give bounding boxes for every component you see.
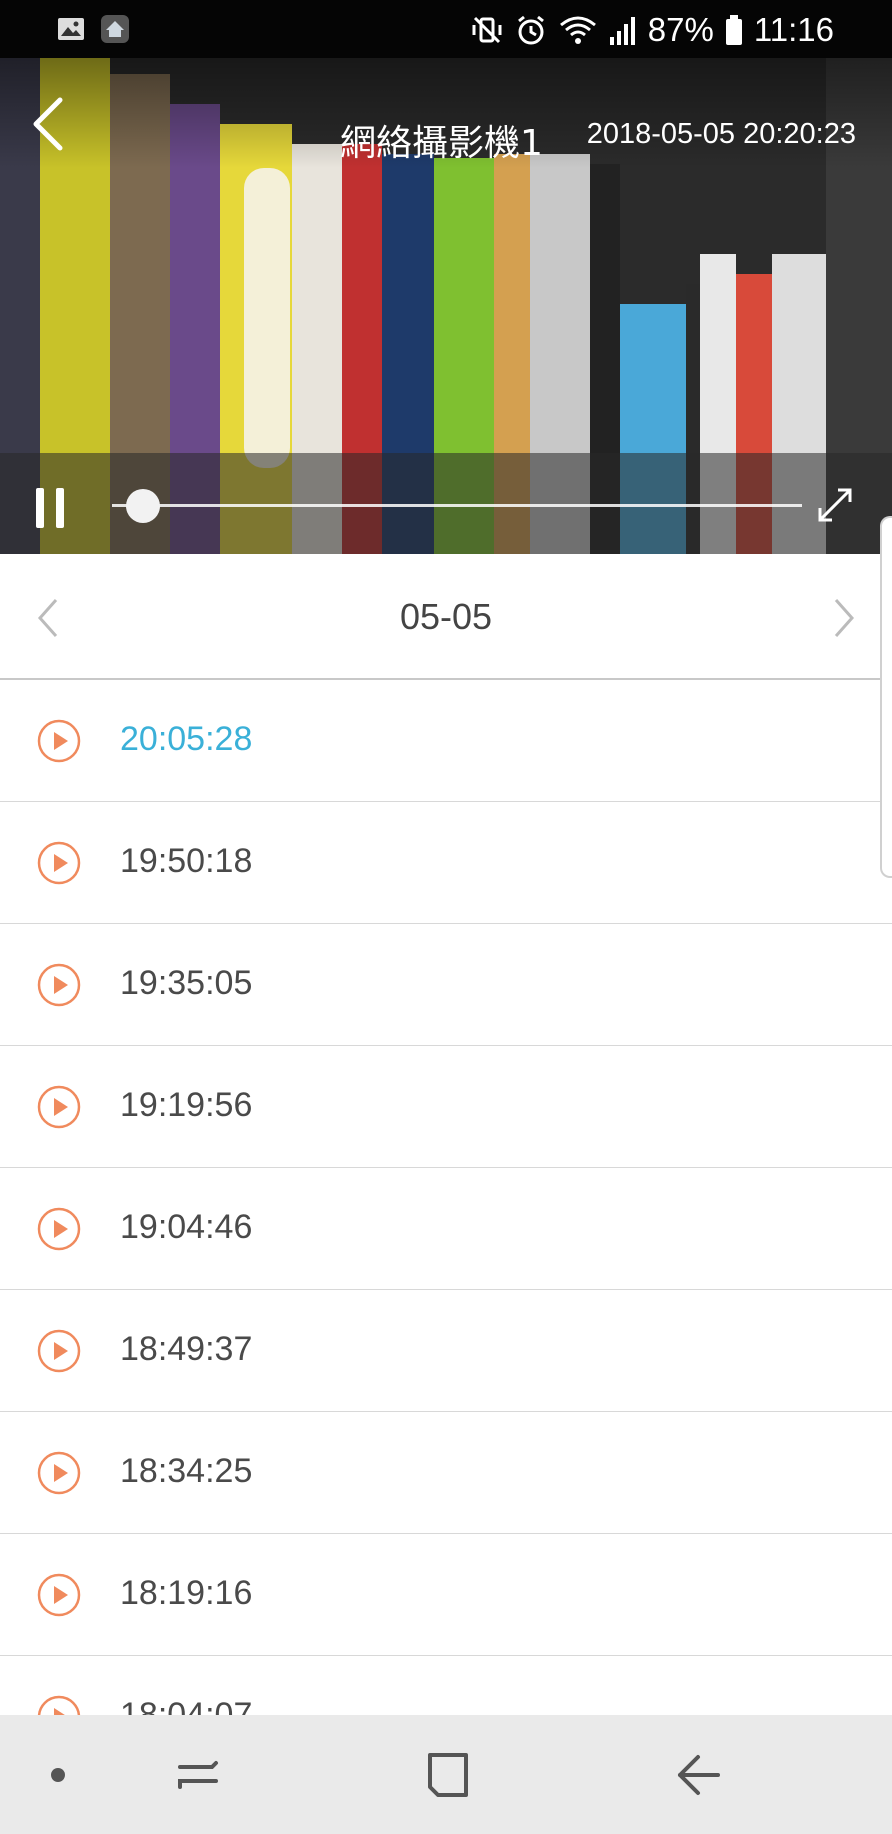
- play-icon[interactable]: [36, 840, 82, 886]
- recording-time: 19:04:46: [120, 1208, 253, 1246]
- recording-item[interactable]: 18:04:07: [0, 1656, 892, 1715]
- signal-icon: [609, 17, 635, 45]
- gallery-icon: [58, 18, 84, 40]
- recording-time: 18:04:07: [120, 1696, 253, 1715]
- recording-list: 20:05:28 19:50:18 19:35:05 19:19:56 19:04:46…: [0, 680, 892, 1715]
- dot-icon[interactable]: [28, 1745, 88, 1805]
- status-right: 87% 11:16: [470, 8, 834, 52]
- date-selector: 05-05: [0, 554, 892, 680]
- recording-item[interactable]: 18:34:25: [0, 1412, 892, 1534]
- recording-time: 19:19:56: [120, 1086, 253, 1124]
- playback-timestamp: 2018-05-05 20:20:23: [586, 118, 856, 150]
- clock: 11:16: [753, 11, 834, 48]
- recording-item[interactable]: 19:04:46: [0, 1168, 892, 1290]
- play-icon[interactable]: [36, 1694, 82, 1715]
- play-icon[interactable]: [36, 1084, 82, 1130]
- home-button[interactable]: [418, 1745, 478, 1805]
- recording-item[interactable]: 19:19:56: [0, 1046, 892, 1168]
- recording-item[interactable]: 18:19:16: [0, 1534, 892, 1656]
- recording-item[interactable]: 19:50:18: [0, 802, 892, 924]
- selected-date: 05-05: [399, 596, 493, 637]
- play-icon[interactable]: [36, 1450, 82, 1496]
- next-date-button[interactable]: [824, 590, 864, 646]
- alarm-icon: [517, 15, 544, 45]
- navigation-bar: [0, 1715, 892, 1834]
- play-icon[interactable]: [36, 1206, 82, 1252]
- play-icon[interactable]: [36, 1572, 82, 1618]
- fullscreen-icon[interactable]: [812, 482, 858, 528]
- battery-icon: [725, 15, 742, 45]
- vibrate-mute-icon: [472, 16, 502, 44]
- video-player[interactable]: 網絡攝影機1 2018-05-05 20:20:23: [0, 58, 892, 554]
- battery-percent: 87%: [647, 11, 714, 48]
- recording-time: 18:34:25: [120, 1452, 253, 1490]
- scroll-edge: [880, 516, 892, 878]
- play-icon[interactable]: [36, 718, 82, 764]
- recent-apps-button[interactable]: [168, 1745, 228, 1805]
- play-icon[interactable]: [36, 962, 82, 1008]
- recording-time: 18:19:16: [120, 1574, 253, 1612]
- home-app-icon: [101, 15, 129, 43]
- recording-time: 18:49:37: [120, 1330, 253, 1368]
- recording-time: 19:50:18: [120, 842, 253, 880]
- recording-item[interactable]: 18:49:37: [0, 1290, 892, 1412]
- back-nav-button[interactable]: [668, 1745, 728, 1805]
- recording-item[interactable]: 19:35:05: [0, 924, 892, 1046]
- pause-button[interactable]: [36, 488, 66, 530]
- recording-time: 20:05:28: [120, 720, 253, 758]
- back-button[interactable]: [26, 94, 70, 154]
- recording-time: 19:35:05: [120, 964, 253, 1002]
- play-icon[interactable]: [36, 1328, 82, 1374]
- status-bar: 87% 11:16: [0, 0, 892, 58]
- camera-name: 網絡攝影機1: [340, 123, 543, 164]
- wifi-icon: [559, 16, 596, 44]
- progress-track[interactable]: [112, 504, 802, 507]
- recording-item[interactable]: 20:05:28: [0, 680, 892, 802]
- progress-knob[interactable]: [125, 489, 160, 523]
